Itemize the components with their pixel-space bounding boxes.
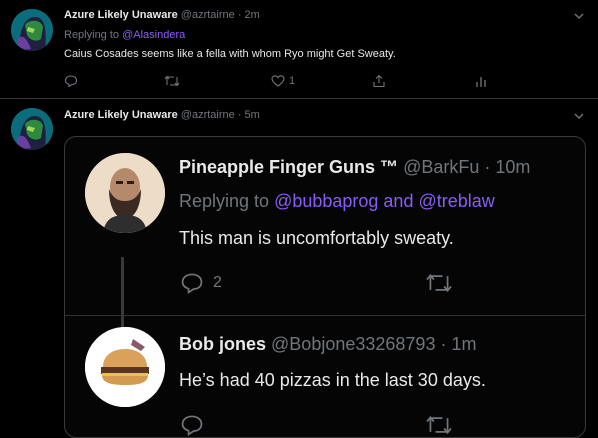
retweet-icon bbox=[426, 273, 452, 293]
like-icon bbox=[271, 75, 285, 87]
handle[interactable]: @BarkFu bbox=[403, 157, 479, 177]
timestamp[interactable]: · 5m bbox=[238, 109, 260, 121]
mention-link[interactable]: @bubbaprog bbox=[274, 191, 378, 211]
display-name[interactable]: Pineapple Finger Guns ™ bbox=[179, 157, 398, 177]
avatar[interactable] bbox=[11, 108, 53, 150]
handle[interactable]: @azrtairne bbox=[181, 109, 235, 121]
tweet[interactable]: Azure Likely Unaware @azrtairne · 5m Pin… bbox=[0, 99, 598, 438]
reply-count: 2 bbox=[213, 274, 222, 291]
retweet-icon bbox=[426, 415, 452, 435]
reply-button[interactable]: 2 bbox=[179, 271, 222, 295]
display-name[interactable]: Bob jones bbox=[179, 334, 266, 354]
tweet-header: Azure Likely Unaware @azrtairne · 5m bbox=[64, 109, 260, 121]
share-icon bbox=[373, 74, 385, 88]
like-button[interactable]: 1 bbox=[271, 74, 295, 88]
reply-icon bbox=[181, 415, 203, 437]
retweet-button[interactable] bbox=[164, 74, 184, 88]
chevron-down-icon[interactable] bbox=[572, 109, 586, 123]
display-name[interactable]: Azure Likely Unaware bbox=[64, 9, 178, 21]
tweet-header: Azure Likely Unaware @azrtairne · 2m bbox=[64, 9, 260, 21]
avatar[interactable] bbox=[85, 327, 165, 407]
replying-to: Replying to @bubbaprog and @treblaw bbox=[179, 191, 495, 212]
avatar[interactable] bbox=[11, 9, 53, 51]
quoted-thread[interactable]: Pineapple Finger Guns ™ @BarkFu · 10m Re… bbox=[64, 136, 586, 438]
avatar-image bbox=[11, 108, 53, 150]
timestamp[interactable]: · 10m bbox=[484, 157, 530, 177]
share-button[interactable] bbox=[372, 74, 386, 88]
reply-button[interactable] bbox=[64, 74, 82, 88]
reply-button[interactable] bbox=[179, 413, 205, 437]
handle[interactable]: @azrtairne bbox=[181, 9, 235, 21]
retweet-icon bbox=[164, 75, 180, 87]
like-count: 1 bbox=[289, 75, 296, 87]
analytics-icon bbox=[476, 77, 486, 87]
chevron-down-icon[interactable] bbox=[572, 9, 586, 23]
thread-divider bbox=[65, 315, 585, 316]
tweet-text: Caius Cosades seems like a fella with wh… bbox=[64, 48, 396, 60]
quoted-tweet-header: Bob jones @Bobjone33268793 · 1m bbox=[179, 334, 476, 355]
tweet-text: This man is uncomfortably sweaty. bbox=[179, 228, 454, 248]
mention-link[interactable]: @Alasindera bbox=[122, 29, 185, 41]
avatar-image bbox=[85, 327, 165, 407]
replying-label: Replying to bbox=[179, 191, 275, 211]
replying-to: Replying to @Alasindera bbox=[64, 29, 185, 41]
tweet[interactable]: Azure Likely Unaware @azrtairne · 2m Rep… bbox=[0, 0, 598, 99]
avatar-image bbox=[11, 9, 53, 51]
timestamp[interactable]: · 2m bbox=[238, 9, 260, 21]
retweet-button[interactable] bbox=[425, 413, 453, 437]
reply-icon bbox=[64, 75, 78, 88]
replying-and: and bbox=[378, 191, 419, 211]
quoted-tweet-header: Pineapple Finger Guns ™ @BarkFu · 10m bbox=[179, 157, 530, 178]
analytics-button[interactable] bbox=[474, 74, 488, 88]
tweet-text: He’s had 40 pizzas in the last 30 days. bbox=[179, 370, 486, 390]
mention-link[interactable]: @treblaw bbox=[418, 191, 494, 211]
display-name[interactable]: Azure Likely Unaware bbox=[64, 109, 178, 121]
timestamp[interactable]: · 1m bbox=[440, 334, 476, 354]
replying-label: Replying to bbox=[64, 29, 123, 41]
reply-icon bbox=[181, 273, 203, 295]
avatar-image bbox=[85, 153, 165, 233]
handle[interactable]: @Bobjone33268793 bbox=[271, 334, 435, 354]
avatar[interactable] bbox=[85, 153, 165, 233]
retweet-button[interactable] bbox=[425, 271, 453, 295]
